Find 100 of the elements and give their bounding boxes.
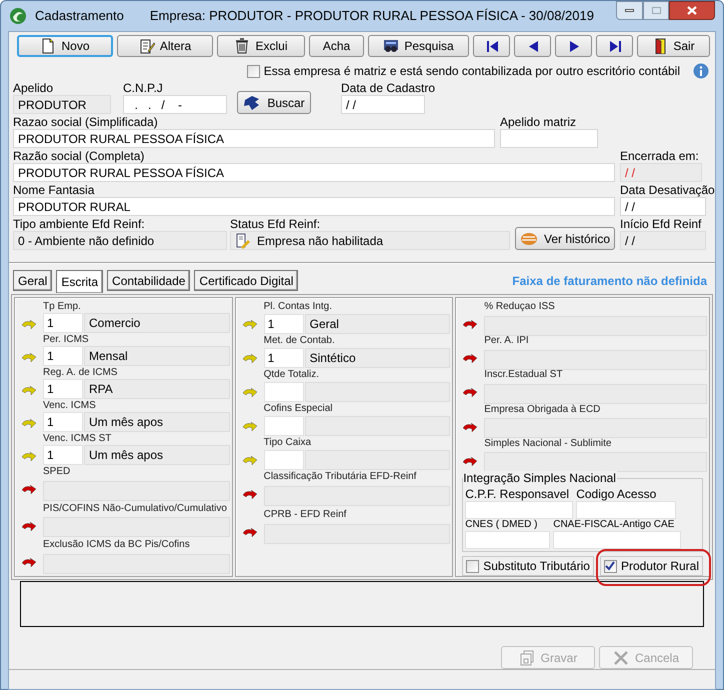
warning-text: Faixa de faturamento não definida [512, 272, 707, 290]
matriz-checkbox[interactable]: Essa empresa é matriz e está sendo contabilizada por outro escritório contábil [246, 62, 680, 80]
toolbar-button[interactable]: Sair [637, 35, 710, 57]
input-field[interactable]: 0 - Ambiente não definido [13, 231, 227, 250]
field-label: Razão social (Completa) [13, 149, 144, 163]
code-field[interactable]: 1 [43, 379, 83, 399]
field-label: Tipo Caixa [264, 437, 312, 449]
input-field[interactable] [553, 531, 682, 550]
code-field[interactable]: 1 [43, 445, 83, 465]
input-field[interactable] [500, 129, 598, 148]
input-field[interactable]: Empresa não habilitada [230, 231, 510, 250]
field-label: Tipo ambiente Efd Reinf: [13, 217, 145, 231]
description-field: RPA [84, 379, 230, 399]
field-label: SPED [43, 466, 72, 478]
field-label: Razao social (Simplificada) [13, 115, 158, 129]
disk-icon [518, 650, 535, 666]
field-label: Encerrada em: [620, 149, 699, 163]
input-field[interactable]: PRODUTOR RURAL PESSOA FÍSICA [13, 163, 615, 182]
document-pen-icon [235, 232, 251, 248]
field-label: Qtde Totaliz. [264, 369, 320, 381]
field-label: Data de Cadastro [341, 81, 436, 95]
field-label: CNAE-FISCAL-Antigo CAE [553, 519, 676, 532]
input-field[interactable] [576, 501, 676, 520]
field-label: Data Desativação [620, 183, 715, 197]
tab[interactable]: Geral [13, 270, 52, 291]
code-field[interactable] [264, 450, 304, 470]
description-field: Mensal [84, 346, 230, 366]
code-field[interactable]: 1 [43, 412, 83, 432]
edit-icon [138, 38, 155, 54]
toolbar-button[interactable]: Exclui [217, 35, 305, 57]
input-field[interactable]: / / [620, 197, 706, 216]
app-logo-icon [9, 7, 27, 25]
description-field: Geral [304, 314, 450, 334]
input-field[interactable]: / / [620, 163, 702, 182]
field-label: Apelido matriz [500, 115, 576, 129]
code-field[interactable] [264, 416, 304, 436]
window-title: Cadastramento [35, 7, 124, 26]
field-label: Exclusão ICMS da BC Pis/Cofins [43, 539, 191, 552]
navigation-button[interactable] [514, 35, 551, 57]
field-label: Codigo Acesso [576, 487, 658, 502]
field-label: Pl. Contas Intg. [264, 301, 333, 313]
code-field[interactable]: 1 [264, 314, 304, 334]
description-field: Sintético [304, 348, 450, 368]
maximize-button[interactable] [643, 1, 669, 20]
input-field[interactable] [264, 486, 450, 506]
field-label: Tp Emp. [43, 301, 82, 313]
field-label: CNES ( DMED ) [465, 519, 538, 532]
input-field[interactable]: PRODUTOR RURAL PESSOA FÍSICA [13, 129, 495, 148]
page-icon [40, 38, 56, 54]
field-label: Cofins Especial [264, 403, 334, 415]
group-title: Integração Simples Nacional [463, 471, 617, 486]
input-field[interactable] [264, 524, 450, 544]
field-label: Classificação Tributária EFD-Reinf [264, 471, 418, 483]
field-label: % Reduçao ISS [484, 301, 556, 313]
tab[interactable]: Certificado Digital [194, 270, 298, 291]
code-field[interactable] [264, 382, 304, 402]
field-label: Reg. A. de ICMS [43, 367, 118, 379]
field-label: Per. A. IPI [484, 335, 530, 348]
toolbar-button[interactable]: Acha [309, 35, 364, 57]
field-label: Met. de Contab. [264, 335, 336, 347]
input-field[interactable]: / / [341, 95, 425, 114]
field-label: Per. ICMS [43, 334, 90, 346]
input-field[interactable]: PRODUTOR RURAL [13, 197, 615, 216]
field-label: Nome Fantasia [13, 183, 94, 197]
input-field[interactable] [465, 501, 574, 520]
form-button[interactable]: Buscar [237, 91, 311, 114]
field-label: CPRB - EFD Reinf [264, 509, 348, 521]
description-field: Um mês apos [84, 412, 230, 432]
checkbox[interactable]: Substituto Tributário [462, 556, 594, 576]
trash-icon [234, 38, 250, 54]
field-label: Início Efd Reinf [620, 217, 702, 231]
description-field: Comercio [84, 313, 230, 333]
input-field[interactable]: . . / - [123, 95, 227, 114]
field-label: Inscr.Estadual ST [484, 369, 564, 382]
info-icon [693, 63, 709, 79]
toolbar-button[interactable]: Altera [117, 35, 213, 57]
close-button[interactable] [669, 1, 715, 20]
checkbox[interactable]: Produtor Rural [600, 556, 703, 576]
code-field[interactable]: 1 [43, 313, 83, 333]
field-label: Venc. ICMS [43, 400, 97, 412]
tab[interactable]: Contabilidade [107, 270, 190, 291]
navigation-button[interactable] [596, 35, 633, 57]
field-label: C.N.P.J [123, 81, 163, 95]
memo-box[interactable] [20, 581, 704, 627]
code-field[interactable]: 1 [264, 348, 304, 368]
toolbar-button[interactable]: Novo [17, 35, 113, 57]
navigation-button[interactable] [473, 35, 510, 57]
minimize-button[interactable] [616, 1, 643, 20]
form-button[interactable]: Ver histórico [515, 227, 615, 250]
code-field[interactable]: 1 [43, 346, 83, 366]
field-label: PIS/COFINS Não-Cumulativo/Cumulativo [43, 502, 228, 515]
tab[interactable]: Escrita [56, 270, 104, 293]
navigation-button[interactable] [555, 35, 592, 57]
toolbar-button[interactable]: Pesquisa [368, 35, 469, 57]
window-caption: Empresa: PRODUTOR - PRODUTOR RURAL PESSOA FÍSICA - 30/08/2019 [150, 7, 594, 26]
input-field[interactable]: / / [620, 231, 706, 250]
input-field[interactable] [465, 531, 550, 550]
field-label: C.P.F. Responsavel [465, 487, 570, 502]
input-field[interactable]: PRODUTOR [13, 95, 111, 114]
description-field: Um mês apos [84, 445, 230, 465]
